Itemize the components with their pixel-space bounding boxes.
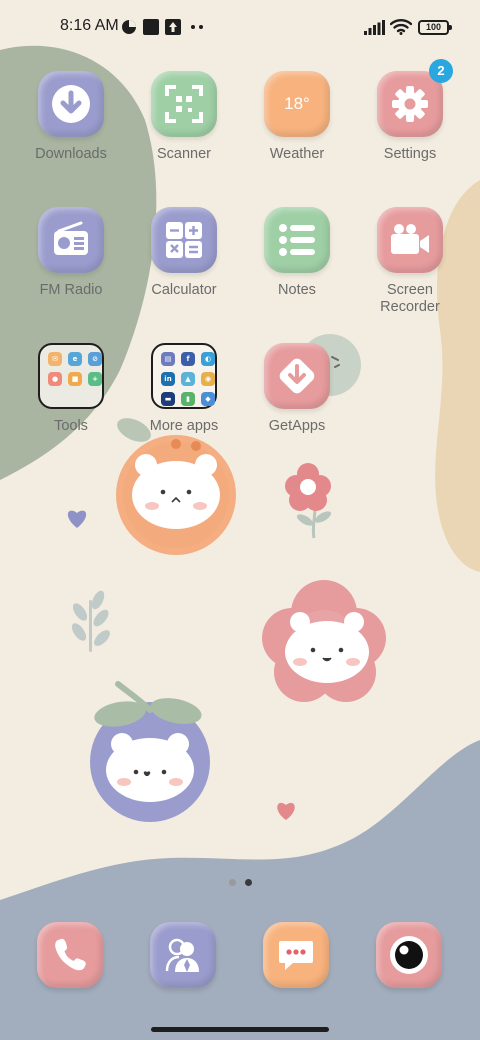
weather-icon: 18° [264,71,330,137]
folder-icon: ✉ e ⊘ ● ■ + [38,343,104,409]
calculator-icon [151,207,217,273]
getapps-icon [264,343,330,409]
video-camera-icon [377,207,443,273]
app-label-settings: Settings [383,146,437,162]
dock-messages[interactable] [263,922,329,988]
app-label-screen-recorder: Screen Recorder [380,282,440,315]
app-label-downloads: Downloads [35,146,107,162]
dock-contacts[interactable] [150,922,216,988]
message-icon [279,941,313,970]
folder-icon: ▤ f ◐ in ▲ ◉ ▬ ▮ ◆ [151,343,217,409]
notification-badge-icon [122,20,136,34]
app-calculator[interactable]: Calculator [129,207,239,299]
shopping-icon: ◆ [201,392,215,406]
download-icon [38,71,104,137]
facebook-icon: f [181,352,195,366]
map-pin-icon: ● [48,372,62,386]
battery-icon: 100 [418,20,452,35]
tv-icon: ▬ [161,392,175,406]
status-time: 8:16 AM [60,17,119,34]
folder-more-apps[interactable]: ▤ f ◐ in ▲ ◉ ▬ ▮ ◆ More apps [129,343,239,435]
compass-icon: ⊘ [88,352,102,366]
radio-icon [38,207,104,273]
dock-phone[interactable] [37,922,103,988]
mail-icon: ✉ [48,352,62,366]
app-label-fm-radio: FM Radio [39,282,103,298]
app-label-weather: Weather [269,146,325,162]
gallery-icon: ▲ [181,372,195,386]
app-label-tools: Tools [54,418,88,434]
square-app-icon [143,19,159,35]
app-weather[interactable]: 18° Weather [242,71,352,163]
app-notes[interactable]: Notes [242,207,352,299]
status-bar: 8:16 AM 100 [0,0,480,56]
contacts-icon [165,938,199,972]
app-label-more-apps: More apps [149,418,219,434]
linkedin-icon: in [161,372,175,386]
home-indicator[interactable] [151,1027,329,1032]
app-getapps[interactable]: GetApps [242,343,352,435]
page-dot-2[interactable] [245,879,252,886]
dock-camera[interactable] [376,922,442,988]
upload-icon [165,19,181,35]
folder-tools[interactable]: ✉ e ⊘ ● ■ + Tools [16,343,126,435]
app-fm-radio[interactable]: FM Radio [16,207,126,299]
app-label-calculator: Calculator [151,282,217,298]
settings-notification-badge: 2 [429,59,453,83]
book-icon: ▤ [161,352,175,366]
browser-icon: ◐ [201,352,215,366]
app-label-scanner: Scanner [156,146,211,162]
app-downloads[interactable]: Downloads [16,71,126,163]
camera-icon [390,936,428,974]
more-dots-icon [191,25,203,29]
app-scanner[interactable]: Scanner [129,71,239,163]
browser-icon: e [68,352,82,366]
scan-icon [151,71,217,137]
app-settings[interactable]: 2 Settings [355,59,465,163]
weather-temperature: 18° [284,94,310,113]
page-dot-1[interactable] [229,879,236,886]
wifi-icon [390,19,412,35]
phone-icon [55,938,86,971]
document-icon: ▮ [181,392,195,406]
app-screen-recorder[interactable]: Screen Recorder [355,207,465,316]
game-icon: ◉ [201,372,215,386]
signal-icon [364,20,385,35]
app-label-getapps: GetApps [268,418,326,434]
app-label-notes: Notes [278,282,316,298]
list-icon [264,207,330,273]
recorder-icon: ■ [68,372,82,386]
gear-icon: 2 [377,59,453,137]
add-icon: + [88,372,102,386]
